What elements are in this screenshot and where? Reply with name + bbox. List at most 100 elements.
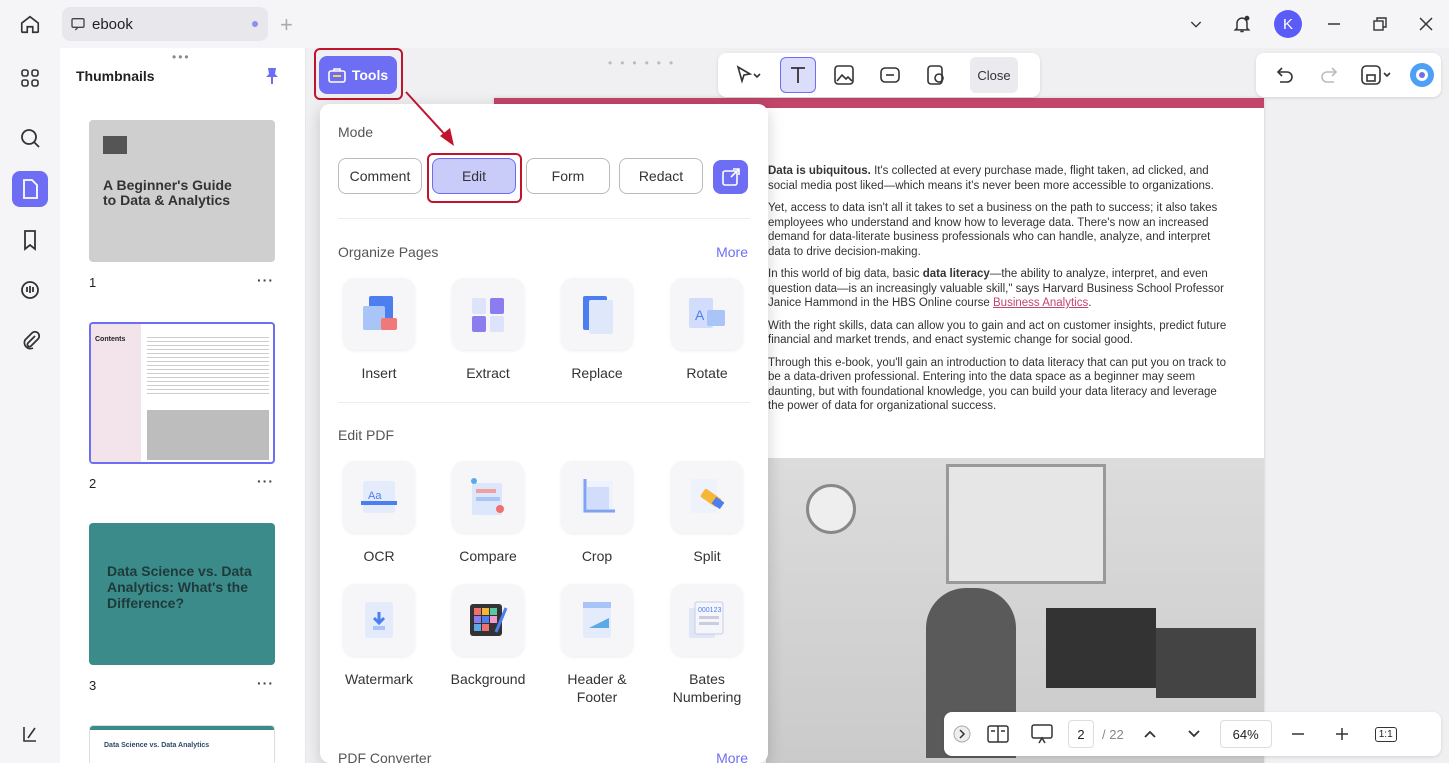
previous-page-button[interactable]	[1132, 716, 1168, 752]
toolbar-grip[interactable]: ••••••	[608, 56, 681, 70]
pin-button[interactable]	[263, 66, 281, 91]
watermark-tool[interactable]: Watermark	[329, 584, 429, 688]
split-tool[interactable]: Split	[657, 461, 757, 565]
comment-icon	[71, 18, 85, 31]
tools-highlight-box	[314, 48, 403, 100]
avatar[interactable]: K	[1274, 10, 1302, 38]
actual-size-button[interactable]: 1:1	[1368, 716, 1404, 752]
minimize-icon	[1328, 23, 1340, 25]
organize-more-link[interactable]: More	[716, 244, 748, 260]
ai-assistant-button[interactable]	[1404, 57, 1440, 93]
extract-tool[interactable]: Extract	[438, 278, 538, 382]
header-footer-tool[interactable]: Header & Footer	[547, 584, 647, 706]
redo-button[interactable]	[1312, 57, 1348, 93]
text-tool-button[interactable]	[780, 57, 816, 93]
watermark-tool-button[interactable]	[918, 57, 954, 93]
insert-tool[interactable]: Insert	[329, 278, 429, 382]
redo-icon	[1321, 67, 1338, 83]
document-tab[interactable]: ebook	[62, 7, 268, 41]
course-link[interactable]: Business Analytics	[993, 297, 1088, 309]
chevron-right-icon	[953, 725, 971, 743]
thumbnail-illustration	[147, 410, 269, 460]
minus-icon	[1291, 733, 1304, 735]
svg-text:A: A	[695, 307, 705, 323]
paragraph: Data is ubiquitous. It's collected at ev…	[768, 164, 1228, 193]
chat-icon	[21, 281, 39, 299]
resize-grip[interactable]: •••	[172, 50, 191, 64]
header-footer-icon	[583, 602, 611, 638]
select-tool-button[interactable]	[726, 57, 770, 93]
hbs-logo	[103, 136, 127, 154]
book-icon	[987, 725, 1009, 743]
rail-settings[interactable]	[12, 716, 48, 752]
thumbnail-sidebar	[91, 324, 141, 462]
insert-icon	[363, 296, 397, 330]
thumbnail-page-3[interactable]: Data Science vs. Data Analytics: What's …	[89, 523, 275, 665]
tab-title: ebook	[92, 15, 133, 33]
rotate-tool[interactable]: A Rotate	[657, 278, 757, 382]
presentation-button[interactable]	[1024, 716, 1060, 752]
image-tool-button[interactable]	[826, 57, 862, 93]
presentation-icon	[1031, 724, 1053, 744]
home-button[interactable]	[12, 10, 48, 38]
page-text: Data is ubiquitous. It's collected at ev…	[768, 164, 1228, 422]
notifications-button[interactable]	[1219, 0, 1265, 48]
open-external-button[interactable]	[713, 160, 748, 194]
new-tab-button[interactable]: +	[280, 12, 293, 38]
reading-mode-button[interactable]	[980, 716, 1016, 752]
zoom-in-button[interactable]	[1324, 716, 1360, 752]
undo-button[interactable]	[1266, 57, 1302, 93]
bates-numbering-label: Bates Numbering	[672, 671, 742, 705]
mode-form-button[interactable]: Form	[526, 158, 610, 194]
thumbnails-panel: ••• Thumbnails A Beginner's Guide to Dat…	[60, 48, 306, 763]
zoom-out-button[interactable]	[1280, 716, 1316, 752]
divider	[338, 218, 750, 219]
title-bar: ebook + K	[0, 0, 1449, 48]
tools-panel: Mode Comment Edit Form Redact Organize P…	[320, 104, 768, 763]
split-label: Split	[693, 548, 721, 564]
minimize-button[interactable]	[1311, 0, 1357, 48]
converter-more-link[interactable]: More	[716, 750, 748, 763]
rail-attachments[interactable]	[12, 322, 48, 358]
compare-icon	[471, 478, 504, 515]
rail-bookmarks[interactable]	[12, 222, 48, 258]
bates-numbering-tool[interactable]: 000123 Bates Numbering	[657, 584, 757, 706]
collapse-bar-button[interactable]	[952, 716, 972, 752]
zoom-level[interactable]: 64%	[1219, 720, 1272, 748]
chevron-down-icon	[1188, 730, 1200, 738]
replace-icon	[583, 296, 613, 334]
page-number-input[interactable]: 2	[1068, 720, 1094, 748]
link-tool-button[interactable]	[872, 57, 908, 93]
rail-thumbnails[interactable]	[12, 171, 48, 207]
compare-tool[interactable]: Compare	[438, 461, 538, 565]
dropdown-button[interactable]	[1173, 0, 1219, 48]
ocr-tool[interactable]: Aa OCR	[329, 461, 429, 565]
rail-comments[interactable]	[12, 272, 48, 308]
replace-tool[interactable]: Replace	[547, 278, 647, 382]
save-button[interactable]	[1358, 57, 1394, 93]
thumbnail-page-2[interactable]: Contents	[89, 322, 275, 464]
maximize-button[interactable]	[1357, 0, 1403, 48]
thumbnail-text-lines	[147, 334, 269, 394]
background-tool[interactable]: Background	[438, 584, 538, 688]
crop-tool[interactable]: Crop	[547, 461, 647, 565]
rail-search[interactable]	[12, 120, 48, 156]
thumbnail-page-1[interactable]: A Beginner's Guide to Data & Analytics	[89, 120, 275, 262]
close-window-button[interactable]	[1403, 0, 1449, 48]
mode-redact-button[interactable]: Redact	[619, 158, 703, 194]
next-page-button[interactable]	[1176, 716, 1212, 752]
close-toolbar-button[interactable]: Close	[970, 57, 1018, 93]
svg-text:000123: 000123	[698, 607, 721, 614]
thumbnail-more-button[interactable]: ···	[257, 272, 274, 288]
thumbnail-number: 1	[89, 275, 97, 290]
ai-assistant-icon	[1410, 63, 1434, 87]
split-icon	[691, 479, 725, 513]
thumbnail-more-button[interactable]: ···	[257, 675, 274, 691]
svg-text:Aa: Aa	[368, 490, 382, 502]
rotate-icon: A	[689, 298, 725, 328]
thumbnail-page-4[interactable]: Data Science vs. Data Analytics	[89, 725, 275, 763]
mode-comment-button[interactable]: Comment	[338, 158, 422, 194]
rail-organize[interactable]	[12, 60, 48, 96]
bookmark-icon	[24, 230, 36, 251]
thumbnail-more-button[interactable]: ···	[257, 473, 274, 489]
